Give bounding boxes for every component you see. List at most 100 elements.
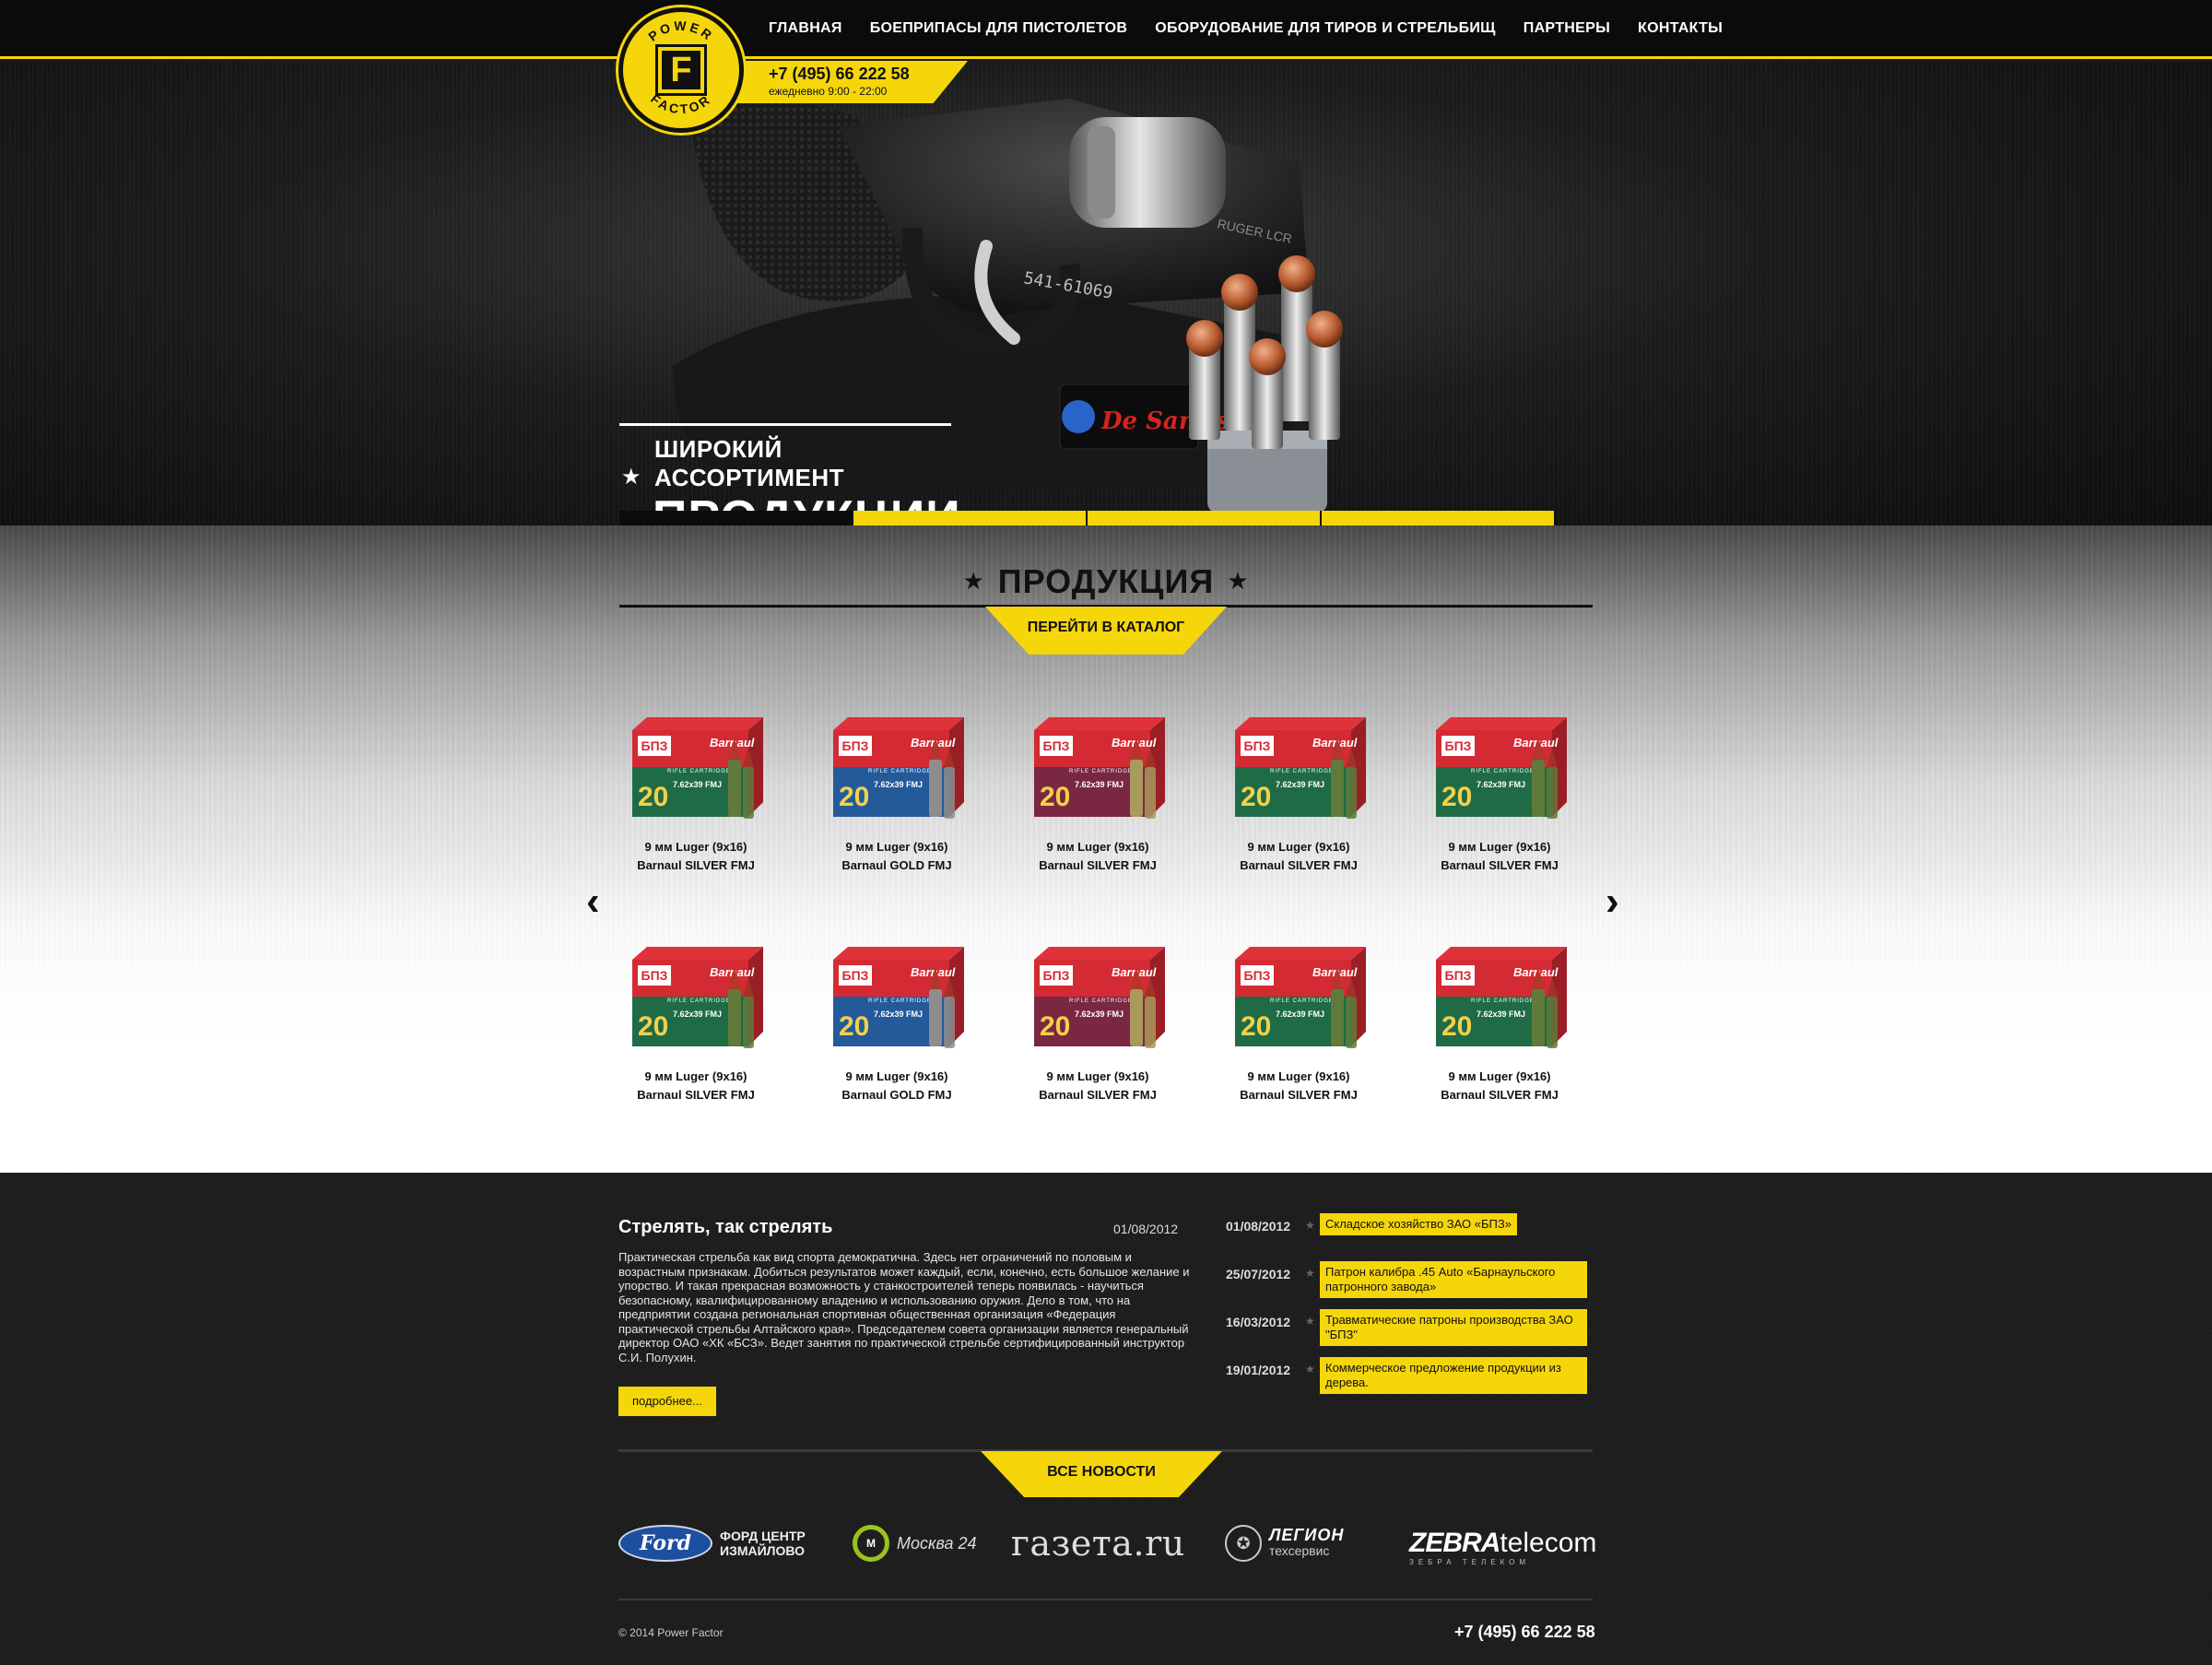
svg-text:7.62x39 FMJ: 7.62x39 FMJ bbox=[673, 780, 722, 789]
svg-text:20: 20 bbox=[638, 1011, 668, 1042]
product-name[interactable]: 9 мм Luger (9x16) Barnaul SILVER FMJ bbox=[619, 1068, 772, 1104]
svg-text:7.62x39 FMJ: 7.62x39 FMJ bbox=[673, 1010, 722, 1019]
star-icon: ★ bbox=[1305, 1315, 1315, 1328]
ford-logo: Ford bbox=[618, 1525, 712, 1562]
product-name[interactable]: 9 мм Luger (9x16) Barnaul SILVER FMJ bbox=[1021, 838, 1174, 875]
product-card[interactable]: БПЗ Barnaul RIFLE CARTRIDGES 20 7.62x39 … bbox=[1222, 939, 1375, 1104]
slider-tab-3[interactable] bbox=[1088, 511, 1322, 525]
svg-text:20: 20 bbox=[638, 782, 668, 812]
news-date: 16/03/2012 bbox=[1226, 1315, 1291, 1329]
product-name[interactable]: 9 мм Luger (9x16) Barnaul SILVER FMJ bbox=[1423, 838, 1576, 875]
news-title[interactable]: Травматические патроны производства ЗАО … bbox=[1320, 1309, 1587, 1346]
svg-text:7.62x39 FMJ: 7.62x39 FMJ bbox=[1075, 1010, 1124, 1019]
product-name[interactable]: 9 мм Luger (9x16) Barnaul SILVER FMJ bbox=[619, 838, 772, 875]
star-icon: ★ bbox=[1305, 1363, 1315, 1376]
news-list-item[interactable]: 16/03/2012 ★ Травматические патроны прои… bbox=[1226, 1309, 1594, 1357]
svg-text:20: 20 bbox=[1441, 1011, 1472, 1042]
product-card[interactable]: БПЗ Barnaul RIFLE CARTRIDGES 20 7.62x39 … bbox=[1021, 939, 1174, 1104]
nav-range-equipment[interactable]: Оборудование для тиров и стрельбищ bbox=[1155, 20, 1496, 37]
ammo-box-image: БПЗ Barnaul RIFLE CARTRIDGES 20 7.62x39 … bbox=[833, 947, 964, 1048]
nav-partners[interactable]: Партнеры bbox=[1524, 20, 1610, 37]
svg-text:FACTOR: FACTOR bbox=[648, 91, 714, 117]
ammo-box-image: БПЗ Barnaul RIFLE CARTRIDGES 20 7.62x39 … bbox=[1034, 717, 1165, 819]
zebra-subcaption: ЗЕБРА ТЕЛЕКОМ bbox=[1409, 1558, 1531, 1566]
svg-text:RIFLE CARTRIDGES: RIFLE CARTRIDGES bbox=[868, 998, 936, 1004]
slider-tab-1[interactable] bbox=[619, 511, 853, 525]
products-section: ★ Продукция ★ Перейти в каталог БПЗ Barnau… bbox=[0, 525, 2212, 1173]
svg-text:RIFLE CARTRIDGES: RIFLE CARTRIDGES bbox=[1270, 769, 1338, 774]
ammo-box-image: БПЗ Barnaul RIFLE CARTRIDGES 20 7.62x39 … bbox=[632, 717, 763, 819]
svg-text:RIFLE CARTRIDGES: RIFLE CARTRIDGES bbox=[1069, 769, 1137, 774]
legion-caption: ЛЕГИОН техсервис bbox=[1269, 1526, 1345, 1558]
partner-ford[interactable]: Ford ФОРД ЦЕНТР ИЗМАЙЛОВО bbox=[618, 1516, 806, 1571]
product-card[interactable]: БПЗ Barnaul RIFLE CARTRIDGES 20 7.62x39 … bbox=[1222, 710, 1375, 875]
chevron-right-icon[interactable]: › bbox=[1606, 881, 1628, 922]
partner-legion[interactable]: ✪ ЛЕГИОН техсервис bbox=[1225, 1516, 1344, 1571]
footer-phone[interactable]: +7 (495) 66 222 58 bbox=[1454, 1623, 1595, 1642]
ammo-box-image: БПЗ Barnaul RIFLE CARTRIDGES 20 7.62x39 … bbox=[1436, 717, 1567, 819]
svg-text:RIFLE CARTRIDGES: RIFLE CARTRIDGES bbox=[1270, 998, 1338, 1004]
top-navigation-bar: Главная Боеприпасы для пистолетов Оборуд… bbox=[0, 0, 2212, 59]
svg-text:7.62x39 FMJ: 7.62x39 FMJ bbox=[1276, 780, 1324, 789]
nav-home[interactable]: Главная bbox=[769, 20, 842, 37]
svg-text:7.62x39 FMJ: 7.62x39 FMJ bbox=[1477, 780, 1525, 789]
product-name[interactable]: 9 мм Luger (9x16) Barnaul SILVER FMJ bbox=[1222, 838, 1375, 875]
product-name[interactable]: 9 мм Luger (9x16) Barnaul SILVER FMJ bbox=[1222, 1068, 1375, 1104]
product-name[interactable]: 9 мм Luger (9x16) Barnaul GOLD FMJ bbox=[820, 838, 973, 875]
partner-zebra[interactable]: ZEBRAtelecom ЗЕБРА ТЕЛЕКОМ bbox=[1409, 1516, 1596, 1571]
news-list-item[interactable]: 25/07/2012 ★ Патрон калибра .45 Auto «Ба… bbox=[1226, 1261, 1594, 1309]
header-hours: ежедневно 9:00 - 22:00 bbox=[769, 85, 888, 98]
star-icon: ★ bbox=[962, 567, 985, 595]
svg-text:20: 20 bbox=[839, 782, 869, 812]
product-card[interactable]: БПЗ Barnaul RIFLE CARTRIDGES 20 7.62x39 … bbox=[1423, 939, 1576, 1104]
partner-moscow24[interactable]: М Москва 24 bbox=[853, 1516, 977, 1571]
svg-text:20: 20 bbox=[1241, 782, 1271, 812]
header-phone[interactable]: +7 (495) 66 222 58 bbox=[769, 65, 968, 84]
ammo-box-image: БПЗ Barnaul RIFLE CARTRIDGES 20 7.62x39 … bbox=[1235, 947, 1366, 1048]
news-title[interactable]: Складское хозяйство ЗАО «БПЗ» bbox=[1320, 1213, 1517, 1235]
chevron-left-icon[interactable]: ‹ bbox=[586, 881, 608, 922]
product-card[interactable]: БПЗ Barnaul RIFLE CARTRIDGES 20 7.62x39 … bbox=[1021, 710, 1174, 875]
svg-text:RIFLE CARTRIDGES: RIFLE CARTRIDGES bbox=[1471, 769, 1539, 774]
news-list-item[interactable]: 19/01/2012 ★ Коммерческое предложение пр… bbox=[1226, 1357, 1594, 1405]
product-card[interactable]: БПЗ Barnaul RIFLE CARTRIDGES 20 7.62x39 … bbox=[1423, 710, 1576, 875]
nav-pistol-ammo[interactable]: Боеприпасы для пистолетов bbox=[870, 20, 1128, 37]
news-title[interactable]: Патрон калибра .45 Auto «Барнаульского п… bbox=[1320, 1261, 1587, 1298]
product-name[interactable]: 9 мм Luger (9x16) Barnaul SILVER FMJ bbox=[1423, 1068, 1576, 1104]
news-title[interactable]: Коммерческое предложение продукции из де… bbox=[1320, 1357, 1587, 1394]
svg-text:БПЗ: БПЗ bbox=[1445, 738, 1472, 753]
product-card[interactable]: БПЗ Barnaul RIFLE CARTRIDGES 20 7.62x39 … bbox=[619, 710, 772, 875]
slogan-small: Широкий ассортимент bbox=[654, 435, 844, 491]
product-card[interactable]: БПЗ Barnaul RIFLE CARTRIDGES 20 7.62x39 … bbox=[619, 939, 772, 1104]
ammo-box-image: БПЗ Barnaul RIFLE CARTRIDGES 20 7.62x39 … bbox=[1436, 947, 1567, 1048]
product-name[interactable]: 9 мм Luger (9x16) Barnaul GOLD FMJ bbox=[820, 1068, 973, 1104]
nav-contacts[interactable]: Контакты bbox=[1638, 20, 1723, 37]
svg-text:7.62x39 FMJ: 7.62x39 FMJ bbox=[1276, 1010, 1324, 1019]
ford-caption: ФОРД ЦЕНТР ИЗМАЙЛОВО bbox=[720, 1529, 806, 1558]
power-factor-logo[interactable]: POWER FACTOR F bbox=[618, 7, 744, 133]
legion-emblem-icon: ✪ bbox=[1225, 1525, 1262, 1562]
svg-text:RIFLE CARTRIDGES: RIFLE CARTRIDGES bbox=[667, 769, 735, 774]
star-icon: ★ bbox=[1305, 1219, 1315, 1232]
slider-tab-2[interactable] bbox=[853, 511, 1088, 525]
featured-news-title[interactable]: Стрелять, так стрелять bbox=[618, 1217, 832, 1238]
product-name[interactable]: 9 мм Luger (9x16) Barnaul SILVER FMJ bbox=[1021, 1068, 1174, 1104]
product-card[interactable]: БПЗ Barnaul RIFLE CARTRIDGES 20 7.62x39 … bbox=[820, 939, 973, 1104]
gazeta-logo: газета.ru bbox=[1011, 1523, 1185, 1564]
svg-text:7.62x39 FMJ: 7.62x39 FMJ bbox=[1075, 780, 1124, 789]
news-date: 19/01/2012 bbox=[1226, 1363, 1291, 1377]
svg-text:RIFLE CARTRIDGES: RIFLE CARTRIDGES bbox=[868, 769, 936, 774]
svg-text:RIFLE CARTRIDGES: RIFLE CARTRIDGES bbox=[667, 998, 735, 1004]
svg-text:20: 20 bbox=[1241, 1011, 1271, 1042]
svg-text:7.62x39 FMJ: 7.62x39 FMJ bbox=[874, 1010, 923, 1019]
ammo-box-image: БПЗ Barnaul RIFLE CARTRIDGES 20 7.62x39 … bbox=[1235, 717, 1366, 819]
news-list-item[interactable]: 01/08/2012 ★ Складское хозяйство ЗАО «БП… bbox=[1226, 1213, 1594, 1261]
news-list: 01/08/2012 ★ Складское хозяйство ЗАО «БП… bbox=[1226, 1213, 1594, 1405]
product-card[interactable]: БПЗ Barnaul RIFLE CARTRIDGES 20 7.62x39 … bbox=[820, 710, 973, 875]
read-more-button[interactable]: подробнее... bbox=[618, 1387, 716, 1416]
svg-text:БПЗ: БПЗ bbox=[842, 738, 869, 753]
partner-gazeta[interactable]: газета.ru bbox=[1011, 1516, 1185, 1571]
slider-tab-4[interactable] bbox=[1322, 511, 1556, 525]
svg-text:БПЗ: БПЗ bbox=[1043, 968, 1070, 983]
svg-text:RIFLE CARTRIDGES: RIFLE CARTRIDGES bbox=[1069, 998, 1137, 1004]
